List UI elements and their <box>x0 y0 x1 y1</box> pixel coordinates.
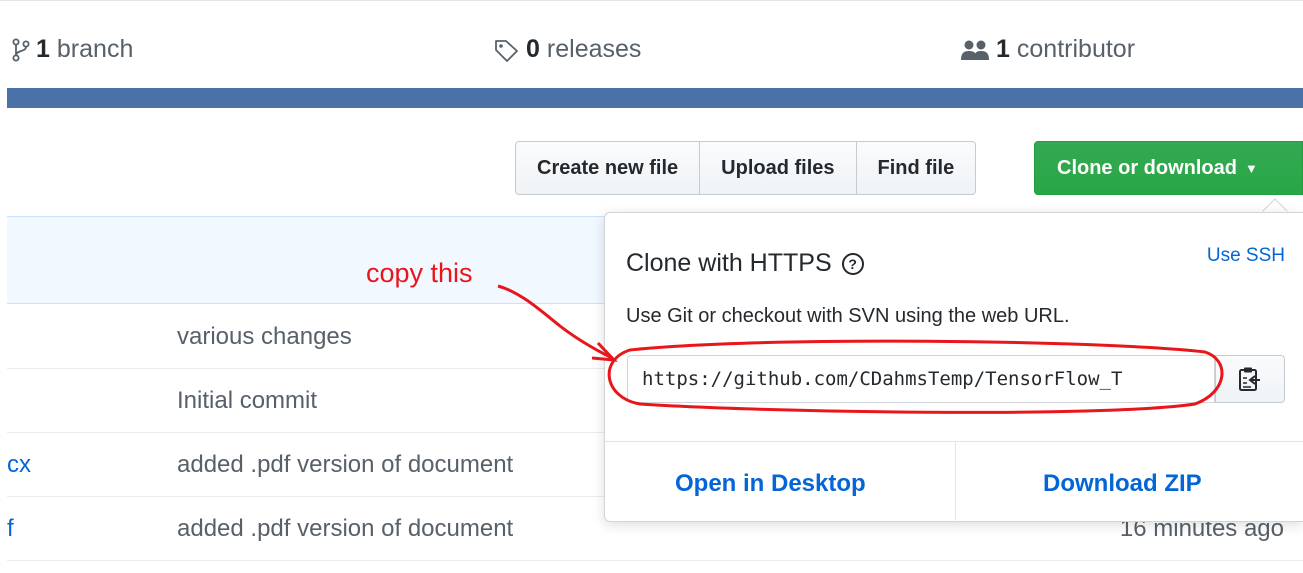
tag-icon <box>495 39 518 62</box>
contributors-label: contributor <box>1016 35 1136 63</box>
question-icon[interactable]: ? <box>841 252 864 275</box>
repo-stats-bar: 1 branch 0 releases 1 contributor <box>0 0 1303 88</box>
create-new-file-button[interactable]: Create new file <box>515 141 701 195</box>
commit-message-link[interactable]: Initial commit <box>177 387 317 415</box>
file-name-link[interactable]: f <box>7 515 14 543</box>
use-ssh-link[interactable]: Use SSH <box>1207 245 1285 267</box>
commit-message-link[interactable]: various changes <box>177 323 352 351</box>
clone-or-download-label: Clone or download <box>1057 156 1237 179</box>
file-name-link[interactable]: cx <box>7 451 31 479</box>
clone-or-download-button[interactable]: Clone or download ▼ <box>1034 141 1303 195</box>
releases-label: releases <box>546 35 642 63</box>
contributors-count-link[interactable]: 1 contributor <box>960 35 1135 64</box>
panel-vertical-divider <box>955 441 956 523</box>
panel-divider <box>605 441 1303 442</box>
releases-count: 0 <box>526 35 540 63</box>
branch-count-link[interactable]: 1 branch <box>12 35 133 64</box>
branch-label: branch <box>56 35 134 63</box>
clone-description: Use Git or checkout with SVN using the w… <box>626 305 1070 327</box>
copy-to-clipboard-button[interactable] <box>1215 355 1285 403</box>
caret-down-icon: ▼ <box>1245 160 1258 176</box>
upload-files-button[interactable]: Upload files <box>700 141 857 195</box>
clipboard-icon <box>1239 367 1260 391</box>
commit-message-link[interactable]: added .pdf version of document <box>177 451 513 479</box>
clone-dropdown-panel: Clone with HTTPS ? Use SSH Use Git or ch… <box>604 212 1303 523</box>
file-actions-group: Create new file Upload files Find file <box>515 141 977 195</box>
clone-url-input[interactable]: https://github.com/CDahmsTemp/TensorFlow… <box>627 355 1215 403</box>
open-in-desktop-button[interactable]: Open in Desktop <box>675 470 866 498</box>
releases-count-link[interactable]: 0 releases <box>494 35 641 64</box>
branch-count: 1 <box>36 35 50 63</box>
git-branch-icon <box>12 38 30 61</box>
find-file-button[interactable]: Find file <box>856 141 977 195</box>
contributors-count: 1 <box>996 35 1010 63</box>
clone-title-text: Clone with HTTPS <box>626 249 832 277</box>
commit-message-link[interactable]: added .pdf version of document <box>177 515 513 543</box>
clone-title: Clone with HTTPS ? <box>626 249 864 278</box>
language-bar[interactable] <box>7 88 1303 108</box>
annotation-label: copy this <box>366 258 473 288</box>
people-icon <box>961 40 989 60</box>
download-zip-button[interactable]: Download ZIP <box>1043 470 1202 498</box>
